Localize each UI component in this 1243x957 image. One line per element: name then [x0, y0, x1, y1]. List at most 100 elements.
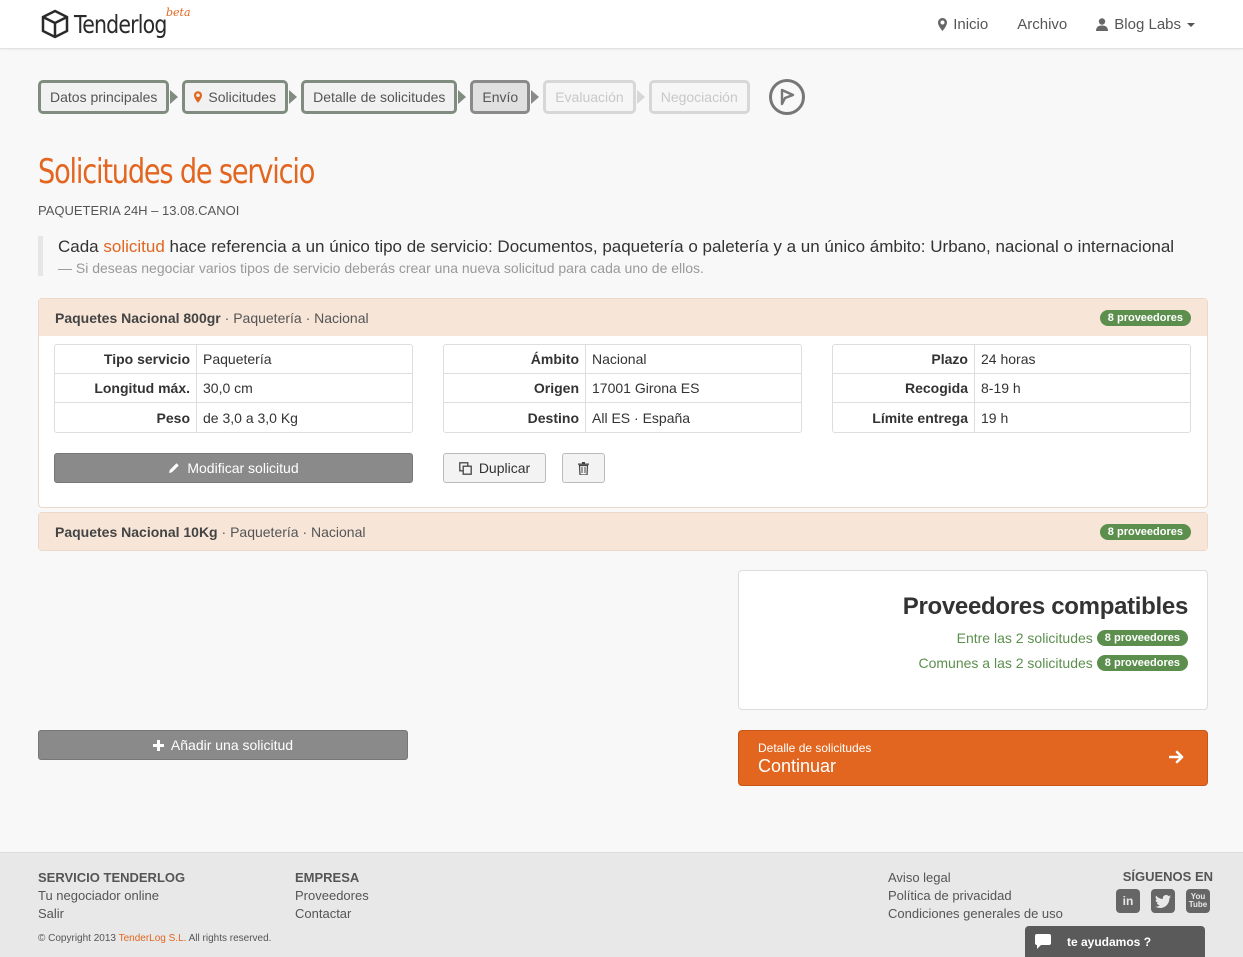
continue-label: Continuar	[758, 756, 837, 776]
step-datos-principales[interactable]: Datos principales	[38, 80, 179, 114]
duplicate-label: Duplicar	[478, 460, 531, 476]
copy-icon	[458, 461, 472, 475]
footer-col-company: EMPRESA Proveedores Contactar	[295, 869, 369, 923]
delete-button[interactable]	[562, 453, 605, 483]
quote-text-post: hace referencia a un único tipo de servi…	[164, 237, 1175, 256]
footer-link-privacy[interactable]: Política de privacidad	[888, 887, 1063, 905]
step-solicitudes[interactable]: Solicitudes	[182, 80, 297, 114]
caret-down-icon	[1187, 22, 1195, 27]
linkedin-icon[interactable]: in	[1116, 889, 1140, 913]
detail-value: Paquetería	[197, 345, 412, 374]
footer-link-contactar[interactable]: Contactar	[295, 905, 369, 923]
brand-name: Tenderlog	[74, 9, 167, 39]
info-quote: Cada solicitud hace referencia a un únic…	[38, 236, 1208, 276]
cube-logo-icon	[41, 9, 69, 39]
twitter-icon[interactable]	[1151, 889, 1175, 913]
detail-value: 24 horas	[975, 345, 1190, 374]
page-subtitle: PAQUETERIA 24H – 13.08.CANOI	[38, 203, 240, 218]
compatible-title: Proveedores compatibles	[902, 593, 1189, 620]
duplicate-button[interactable]: Duplicar	[443, 453, 546, 483]
detail-value: All ES · España	[592, 409, 691, 426]
plus-icon	[152, 739, 164, 751]
step-detalle-solicitudes[interactable]: Detalle de solicitudes	[301, 80, 467, 114]
step-label: Negociación	[660, 89, 738, 105]
request-name: Paquetes Nacional 800gr	[55, 309, 221, 326]
detail-key: Tipo servicio	[55, 345, 197, 374]
wizard-steps: Datos principales Solicitudes Detalle de…	[38, 79, 805, 115]
step-label: Solicitudes	[208, 89, 277, 105]
detail-value: 8-19 h	[975, 374, 1190, 403]
quote-note: — Si deseas negociar varios tipos de ser…	[58, 260, 704, 276]
navbar: Tenderlog beta Inicio Archivo Blog Labs	[0, 0, 1243, 49]
detail-value: 19 h	[981, 409, 1009, 426]
nav-home-label: Inicio	[953, 16, 989, 33]
detail-key: Ámbito	[444, 345, 586, 374]
trash-icon	[578, 461, 589, 475]
copyright-company-link[interactable]: TenderLog S.L.	[119, 933, 187, 944]
footer-link-negociador[interactable]: Tu negociador online	[38, 887, 185, 905]
modify-request-label: Modificar solicitud	[187, 460, 299, 476]
compatible-providers-box: Proveedores compatibles Entre las 2 soli…	[738, 570, 1208, 710]
pencil-icon	[169, 463, 180, 473]
step-label: Evaluación	[555, 89, 624, 105]
step-negociacion: Negociación	[648, 80, 750, 114]
footer-link-proveedores[interactable]: Proveedores	[295, 887, 369, 905]
map-marker-icon	[194, 91, 203, 103]
follow-heading: SÍGUENOS EN	[1122, 869, 1213, 884]
user-icon	[1096, 18, 1109, 31]
detail-key: Origen	[444, 374, 586, 403]
chat-label: te ayudamos ?	[1067, 934, 1152, 949]
details-table-service: Tipo servicio Paquetería Longitud máx. 30,…	[54, 344, 413, 433]
detail-key: Límite entrega	[833, 403, 975, 432]
footer-link-terms[interactable]: Condiciones generales de uso	[888, 905, 1063, 923]
detail-key: Destino	[444, 403, 586, 432]
request-header[interactable]: Paquetes Nacional 800gr · Paquetería · N…	[39, 299, 1207, 336]
add-request-button[interactable]: Añadir una solicitud	[38, 730, 408, 760]
request-name: Paquetes Nacional 10Kg	[55, 523, 218, 540]
chat-widget[interactable]: te ayudamos ?	[1025, 926, 1205, 957]
logo[interactable]: Tenderlog beta	[40, 6, 191, 40]
copyright-pre: © Copyright 2013	[38, 933, 119, 944]
request-header[interactable]: Paquetes Nacional 10Kg · Paquetería · Na…	[39, 513, 1207, 550]
detail-key: Peso	[55, 403, 197, 432]
nav-home[interactable]: Inicio	[938, 16, 988, 33]
providers-badge: 8 proveedores	[1099, 309, 1191, 326]
request-meta: · Paquetería · Nacional	[220, 309, 369, 326]
detail-key: Plazo	[833, 345, 975, 374]
youtube-icon[interactable]: You Tube	[1186, 889, 1210, 913]
step-envio[interactable]: Envío	[470, 80, 539, 114]
detail-value: 30,0 cm	[197, 374, 412, 403]
modify-request-button[interactable]: Modificar solicitud	[54, 453, 413, 483]
footer-heading: EMPRESA	[295, 870, 360, 885]
details-table-timing: Plazo 24 horas Recogida 8-19 h Límite entr…	[832, 344, 1191, 433]
detail-key: Recogida	[833, 374, 975, 403]
nav-user-dropdown[interactable]: Blog Labs	[1096, 16, 1195, 33]
providers-badge: 8 proveedores	[1099, 523, 1191, 540]
continue-button[interactable]: Detalle de solicitudes Continuar	[738, 730, 1208, 786]
beta-tag: beta	[166, 6, 191, 19]
compat-label: Entre las 2 solicitudes	[956, 630, 1093, 646]
nav-archive[interactable]: Archivo	[1017, 16, 1067, 33]
providers-badge: 8 proveedores	[1096, 655, 1188, 671]
footer-col-service: SERVICIO TENDERLOG Tu negociador online …	[38, 869, 185, 923]
chat-bubble-icon	[1035, 934, 1051, 949]
footer-link-salir[interactable]: Salir	[38, 905, 185, 923]
social-links: in You Tube	[1105, 889, 1210, 913]
map-marker-icon	[938, 18, 948, 31]
footer-heading: SERVICIO TENDERLOG	[38, 870, 186, 885]
arrow-right-icon	[1169, 750, 1184, 764]
step-evaluacion: Evaluación	[543, 80, 645, 114]
quote-text-pre: Cada	[58, 237, 104, 256]
add-request-label: Añadir una solicitud	[170, 737, 294, 753]
request-meta: · Paquetería · Nacional	[217, 523, 366, 540]
providers-badge: 8 proveedores	[1096, 630, 1188, 646]
footer-link-legal[interactable]: Aviso legal	[888, 869, 1063, 887]
compat-label: Comunes a las 2 solicitudes	[918, 655, 1093, 671]
step-label: Datos principales	[50, 89, 158, 105]
footer-col-legal: Aviso legal Política de privacidad Condi…	[888, 869, 1063, 923]
copyright: © Copyright 2013 TenderLog S.L. All righ…	[38, 933, 271, 944]
detail-key: Longitud máx.	[55, 374, 197, 403]
quote-link[interactable]: solicitud	[103, 237, 164, 256]
copyright-post: All rights reserved.	[186, 933, 272, 944]
page-title: Solicitudes de servicio	[38, 152, 315, 192]
